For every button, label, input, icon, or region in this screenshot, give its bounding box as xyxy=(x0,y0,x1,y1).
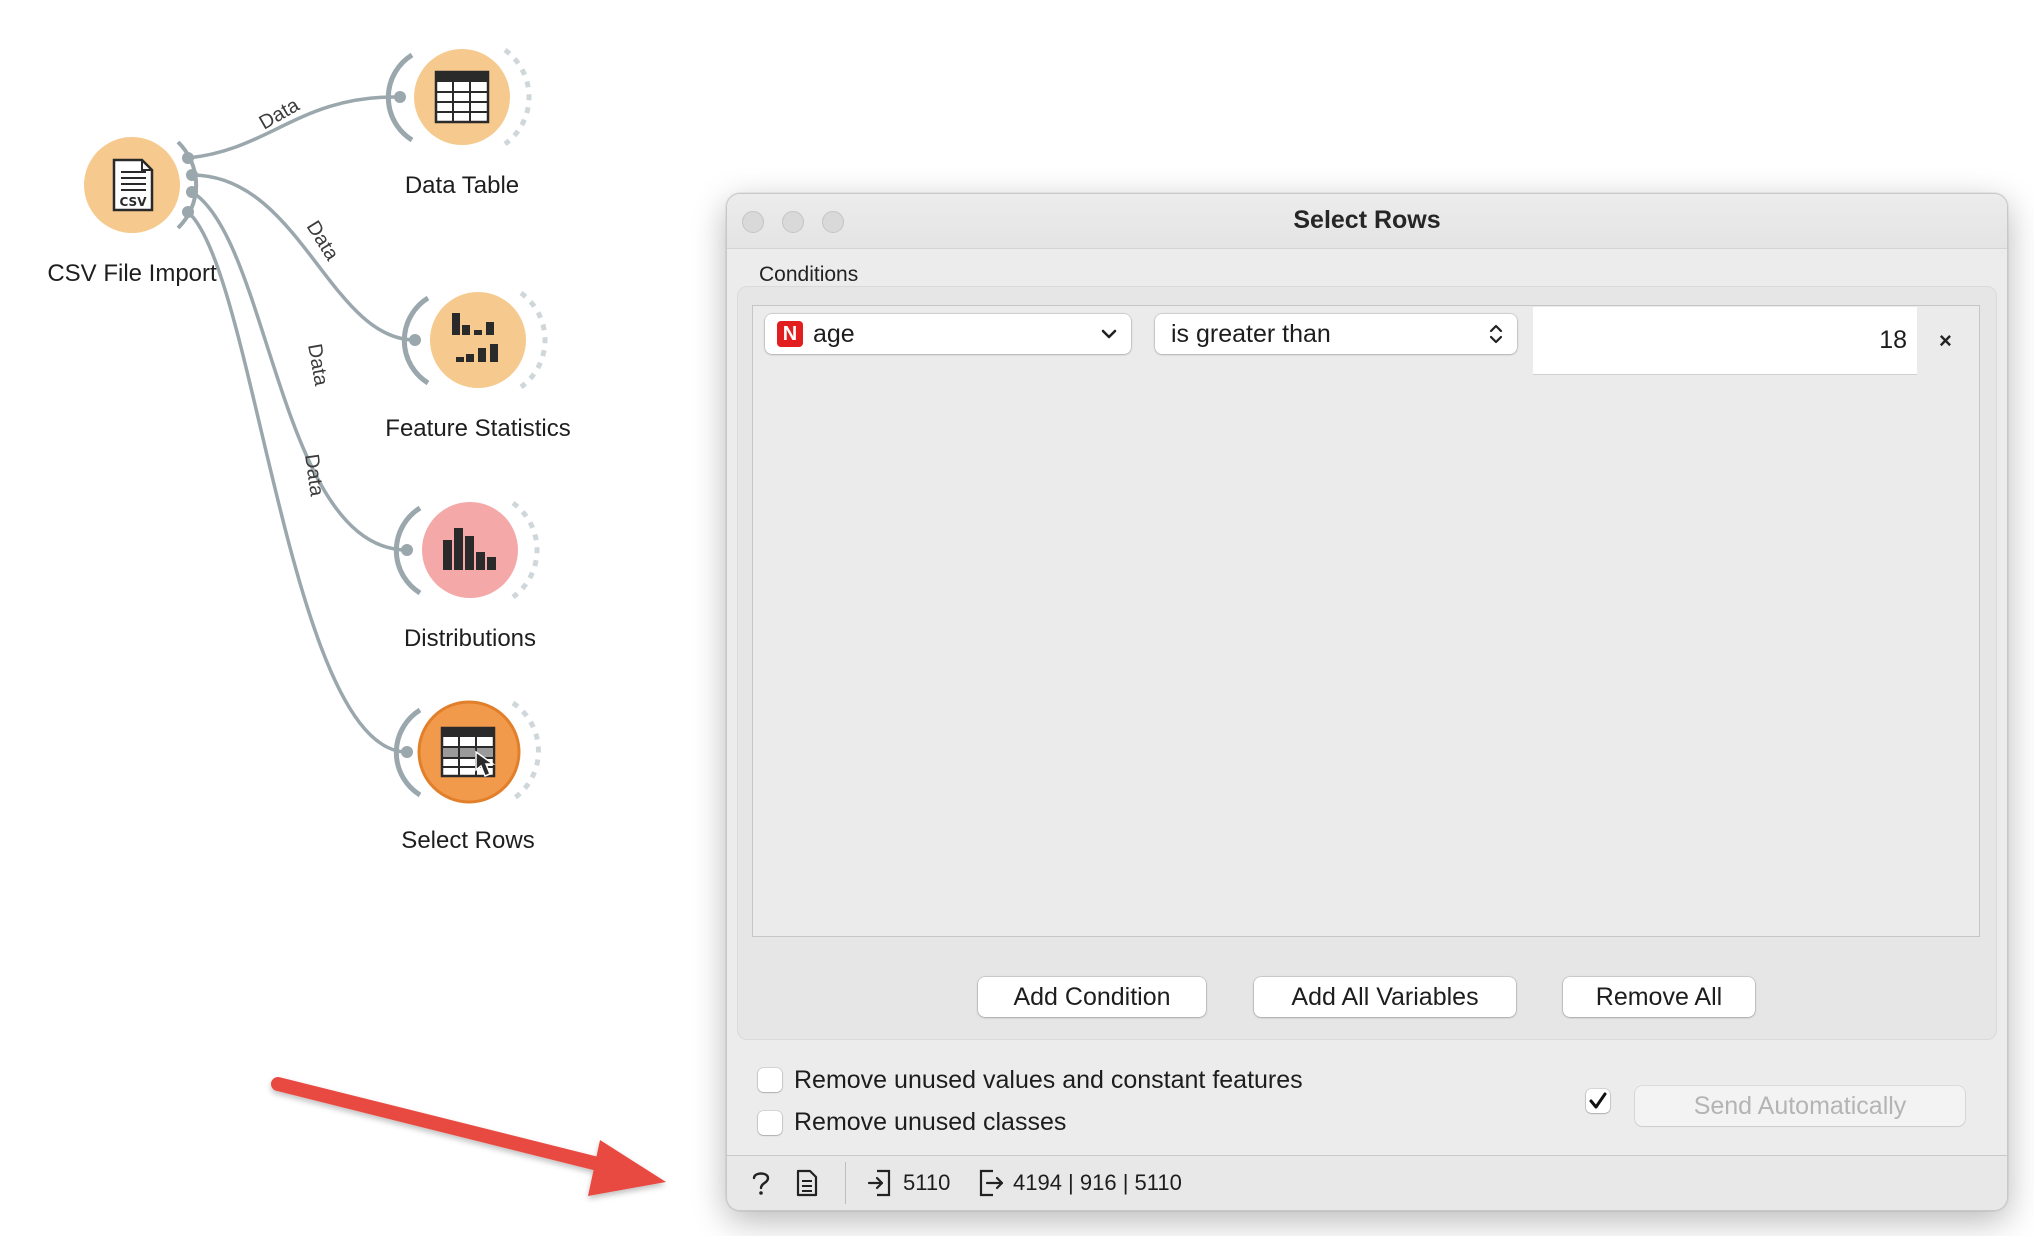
csv-file-icon: CSV xyxy=(112,158,154,212)
variable-combo-value: age xyxy=(813,320,855,348)
node-label-data-table: Data Table xyxy=(404,172,520,199)
input-icon xyxy=(867,1169,891,1197)
link-to-distributions[interactable] xyxy=(190,190,409,552)
node-feature-statistics[interactable] xyxy=(401,290,548,390)
select-rows-icon xyxy=(440,726,496,778)
link-to-feature-statistics[interactable] xyxy=(190,173,417,342)
remove-unused-classes-label[interactable]: Remove unused classes xyxy=(794,1108,1066,1137)
link-to-select-rows[interactable] xyxy=(186,210,409,754)
chevron-down-icon xyxy=(1101,329,1117,339)
operator-combo-value: is greater than xyxy=(1171,320,1331,348)
node-data-table[interactable] xyxy=(385,47,532,147)
input-count: 5110 xyxy=(903,1170,951,1195)
node-select-rows[interactable] xyxy=(393,700,541,804)
remove-condition-button[interactable]: × xyxy=(1939,328,1952,354)
node-label-feature-statistics: Feature Statistics xyxy=(385,415,571,442)
condition-value-text: 18 xyxy=(1879,326,1907,354)
add-condition-button[interactable]: Add Condition xyxy=(978,977,1206,1017)
status-separator xyxy=(845,1162,846,1204)
remove-unused-values-checkbox[interactable] xyxy=(758,1068,782,1092)
select-rows-dialog: Select Rows Conditions N age is greater … xyxy=(726,193,2008,1211)
help-icon[interactable] xyxy=(749,1169,773,1197)
up-down-chevron-icon xyxy=(1489,324,1503,344)
csv-icon-text: CSV xyxy=(120,195,148,209)
remove-unused-values-label[interactable]: Remove unused values and constant featur… xyxy=(794,1066,1303,1095)
send-automatically-checkbox[interactable] xyxy=(1586,1089,1610,1113)
output-icon xyxy=(979,1169,1004,1197)
add-all-variables-button[interactable]: Add All Variables xyxy=(1254,977,1516,1017)
node-label-distributions: Distributions xyxy=(403,625,537,652)
conditions-list[interactable] xyxy=(752,305,1980,937)
node-label-select-rows: Select Rows xyxy=(401,827,535,854)
condition-value-input[interactable]: 18 xyxy=(1533,307,1917,375)
link-label: Data xyxy=(303,342,332,388)
link-label: Data xyxy=(302,217,344,265)
link-label: Data xyxy=(300,453,328,499)
output-summary: 4194 | 916 | 5110 xyxy=(1013,1170,1182,1195)
numeric-variable-icon: N xyxy=(777,321,803,347)
node-distributions[interactable] xyxy=(393,500,540,600)
window-title: Select Rows xyxy=(1293,206,1441,234)
status-bar: 5110 4194 | 916 | 5110 xyxy=(727,1155,2007,1210)
title-bar[interactable]: Select Rows xyxy=(727,194,2007,249)
variable-combo[interactable]: N age xyxy=(765,314,1131,354)
checkmark-icon xyxy=(1589,1092,1607,1109)
report-icon[interactable] xyxy=(795,1169,819,1197)
remove-unused-classes-checkbox[interactable] xyxy=(758,1111,782,1135)
operator-combo[interactable]: is greater than xyxy=(1155,314,1517,354)
remove-all-button[interactable]: Remove All xyxy=(1563,977,1755,1017)
node-label-csv-file-import: CSV File Import xyxy=(47,260,217,287)
annotation-arrow-statusbar xyxy=(271,1077,666,1196)
table-icon xyxy=(434,70,490,124)
conditions-group-label: Conditions xyxy=(759,263,859,286)
send-automatically-button[interactable]: Send Automatically xyxy=(1635,1086,1965,1126)
node-csv-file-import[interactable]: CSV xyxy=(84,137,199,233)
